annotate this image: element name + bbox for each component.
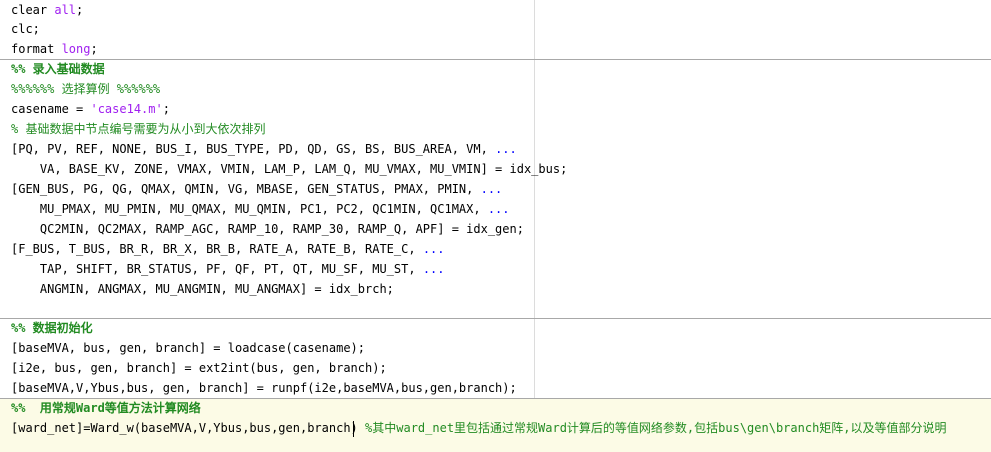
code-line[interactable]: [baseMVA,V,Ybus,bus, gen, branch] = runp… (11, 378, 517, 398)
code-text: clc; (11, 22, 40, 36)
code-text: casename = (11, 102, 91, 116)
code-line[interactable]: QC2MIN, QC2MAX, RAMP_AGC, RAMP_10, RAMP_… (11, 219, 524, 239)
code-line[interactable]: format long; (11, 39, 98, 59)
text-cursor (353, 421, 354, 437)
code-text: [baseMVA, bus, gen, branch] = loadcase(c… (11, 341, 366, 355)
comment-text: %%%%%% 选择算例 %%%%%% (11, 82, 161, 96)
code-text: clear (11, 3, 55, 17)
code-text: TAP, SHIFT, BR_STATUS, PF, QF, PT, QT, M… (11, 262, 423, 276)
code-text: ; (90, 42, 98, 56)
cell-divider (0, 318, 991, 319)
code-line[interactable]: ANGMIN, ANGMAX, MU_ANGMIN, MU_ANGMAX] = … (11, 279, 394, 299)
continuation-ellipsis: ... (422, 242, 445, 256)
code-keyword-arg: long (61, 42, 91, 56)
continuation-ellipsis: ... (480, 182, 503, 196)
code-line[interactable]: casename = 'case14.m'; (11, 99, 170, 119)
code-line[interactable]: clear all; (11, 0, 83, 20)
string-literal: 'case14.m' (90, 102, 163, 116)
code-text: format (11, 42, 62, 56)
code-text: ; (76, 3, 84, 17)
continuation-ellipsis: ... (495, 142, 517, 156)
code-editor[interactable]: clear all; clc; format long; %% 录入基础数据 %… (0, 0, 991, 452)
continuation-ellipsis: ... (422, 262, 445, 276)
cell-title-text: %% 用常规Ward等值方法计算网络 (11, 401, 201, 415)
code-text: ; (162, 102, 170, 116)
cell-title[interactable]: %% 用常规Ward等值方法计算网络 (11, 398, 201, 418)
cell-title-text: %% 数据初始化 (11, 321, 93, 335)
code-line[interactable]: TAP, SHIFT, BR_STATUS, PF, QF, PT, QT, M… (11, 259, 445, 279)
code-keyword-arg: all (54, 3, 77, 17)
code-text: ANGMIN, ANGMAX, MU_ANGMIN, MU_ANGMAX] = … (11, 282, 394, 296)
code-line[interactable]: VA, BASE_KV, ZONE, VMAX, VMIN, LAM_P, LA… (11, 159, 567, 179)
comment-text: %其中ward_net里包括通过常规Ward计算后的等值网络参数,包括bus\g… (365, 421, 947, 435)
code-line[interactable]: [F_BUS, T_BUS, BR_R, BR_X, BR_B, RATE_A,… (11, 239, 445, 259)
cell-divider (0, 59, 991, 60)
code-text: [GEN_BUS, PG, QG, QMAX, QMIN, VG, MBASE,… (11, 182, 481, 196)
code-line[interactable]: [i2e, bus, gen, branch] = ext2int(bus, g… (11, 358, 387, 378)
code-line[interactable]: [PQ, PV, REF, NONE, BUS_I, BUS_TYPE, PD,… (11, 139, 517, 159)
cell-title-text: %% 录入基础数据 (11, 62, 105, 76)
code-line[interactable]: MU_PMAX, MU_PMIN, MU_QMAX, MU_QMIN, PC1,… (11, 199, 510, 219)
code-line[interactable]: [ward_net]=Ward_w(baseMVA,V,Ybus,bus,gen… (11, 418, 947, 438)
code-text: VA, BASE_KV, ZONE, VMAX, VMIN, LAM_P, LA… (11, 162, 568, 176)
code-text: MU_PMAX, MU_PMIN, MU_QMAX, MU_QMIN, PC1,… (11, 202, 488, 216)
code-text: [F_BUS, T_BUS, BR_R, BR_X, BR_B, RATE_A,… (11, 242, 423, 256)
code-text: QC2MIN, QC2MAX, RAMP_AGC, RAMP_10, RAMP_… (11, 222, 524, 236)
code-text: [ward_net]=Ward_w(baseMVA,V,Ybus,bus,gen… (11, 421, 366, 435)
code-line[interactable]: [baseMVA, bus, gen, branch] = loadcase(c… (11, 338, 365, 358)
cell-title[interactable]: %% 数据初始化 (11, 318, 93, 338)
code-text: [baseMVA,V,Ybus,bus, gen, branch] = runp… (11, 381, 517, 395)
comment-text: % 基础数据中节点编号需要为从小到大依次排列 (11, 122, 266, 136)
comment-line[interactable]: % 基础数据中节点编号需要为从小到大依次排列 (11, 119, 265, 139)
code-line[interactable]: clc; (11, 19, 40, 39)
right-text-limit-line (534, 0, 535, 452)
code-line[interactable]: [GEN_BUS, PG, QG, QMAX, QMIN, VG, MBASE,… (11, 179, 502, 199)
code-text: [i2e, bus, gen, branch] = ext2int(bus, g… (11, 361, 387, 375)
cell-title[interactable]: %% 录入基础数据 (11, 59, 105, 79)
comment-line[interactable]: %%%%%% 选择算例 %%%%%% (11, 79, 160, 99)
continuation-ellipsis: ... (487, 202, 510, 216)
code-text: [PQ, PV, REF, NONE, BUS_I, BUS_TYPE, PD,… (11, 142, 496, 156)
